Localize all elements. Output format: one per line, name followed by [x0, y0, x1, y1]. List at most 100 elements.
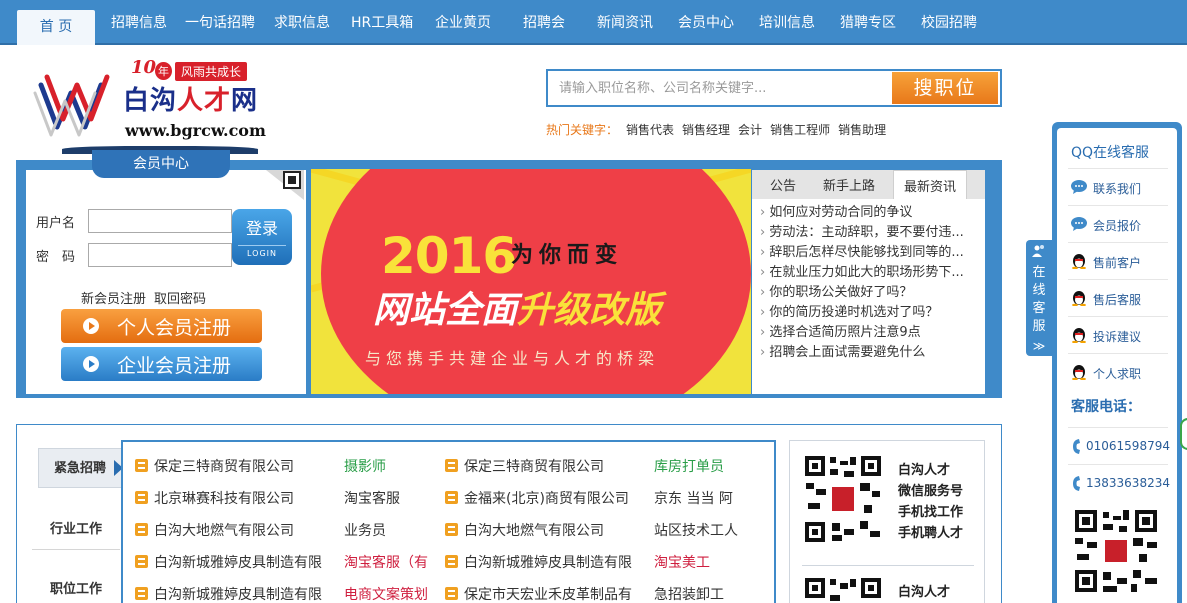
service-item-aftersales[interactable]: 售后客服 — [1068, 279, 1168, 316]
promo-banner[interactable]: 2016 为你而变 网站全面升级改版 与您携手共建企业与人才的桥梁 — [311, 169, 751, 394]
personal-register-button[interactable]: 个人会员注册 — [61, 309, 262, 343]
service-item-complaints[interactable]: 投诉建议 — [1068, 316, 1168, 353]
login-button[interactable]: 登录 LOGIN — [232, 209, 292, 265]
banner-tag: 为你而变 — [511, 243, 624, 268]
hot-keyword[interactable]: 销售经理 — [682, 123, 730, 137]
service-item-label: 联系我们 — [1093, 182, 1142, 196]
position-link[interactable]: 库房打单员 — [654, 459, 724, 475]
company-link[interactable]: 白沟大地燃气有限公司 — [464, 523, 604, 539]
nav-item-job-fair[interactable]: 招聘会 — [523, 0, 565, 45]
logo-name-part-b: 人才 — [177, 86, 232, 116]
site-logo[interactable]: 10 年 风雨共成长 白沟人才网 www.bgrcw.com — [27, 55, 295, 145]
company-register-button[interactable]: 企业会员注册 — [61, 347, 262, 381]
position-link[interactable]: 淘宝客服（有 — [344, 555, 428, 571]
company-link[interactable]: 白沟新城雅婷皮具制造有限 — [464, 555, 632, 571]
tab-beginners[interactable]: 新手上路 — [823, 170, 875, 199]
job-row-cell: 保定三特商贸有限公司 — [445, 457, 649, 477]
page: 首 页 招聘信息 一句话招聘 求职信息 HR工具箱 企业黄页 招聘会 新闻资讯 … — [0, 0, 1187, 603]
company-link[interactable]: 白沟新城雅婷皮具制造有限 — [154, 587, 322, 603]
register-link[interactable]: 新会员注册 — [81, 292, 146, 307]
job-row-cell: 站区技术工人 — [654, 521, 770, 541]
search-button[interactable]: 搜职位 — [892, 72, 998, 104]
service-item-pricing[interactable]: 会员报价 — [1068, 205, 1168, 242]
qr-corner-icon[interactable] — [266, 170, 304, 200]
nav-item-seekers[interactable]: 求职信息 — [274, 0, 330, 45]
company-link[interactable]: 金福来(北京)商贸有限公司 — [464, 491, 629, 507]
banner-subline: 与您携手共建企业与人才的桥梁 — [365, 349, 660, 368]
news-item[interactable]: 如何应对劳动合同的争议 — [760, 203, 985, 223]
position-link[interactable]: 站区技术工人 — [654, 523, 738, 539]
position-link[interactable]: 淘宝客服 — [344, 491, 400, 507]
company-link[interactable]: 白沟新城雅婷皮具制造有限 — [154, 555, 322, 571]
nav-item-campus[interactable]: 校园招聘 — [921, 0, 977, 45]
company-link[interactable]: 保定三特商贸有限公司 — [154, 459, 294, 475]
hot-keyword[interactable]: 销售工程师 — [770, 123, 830, 137]
category-industry[interactable]: 行业工作 — [32, 510, 120, 550]
second-qr-code — [804, 577, 882, 603]
nav-item-company-directory[interactable]: 企业黄页 — [435, 0, 491, 45]
job-row-cell: 淘宝客服（有 — [344, 553, 439, 573]
company-icon — [135, 587, 148, 600]
job-row-cell: 京东 当当 阿 — [654, 489, 770, 509]
tab-notice[interactable]: 公告 — [770, 170, 796, 199]
news-item[interactable]: 在就业压力如此大的职场形势下... — [760, 263, 985, 283]
job-row-cell: 白沟大地燃气有限公司 — [135, 521, 340, 541]
service-item-presales[interactable]: 售前客户 — [1068, 242, 1168, 279]
company-link[interactable]: 白沟大地燃气有限公司 — [154, 523, 294, 539]
nav-item-news[interactable]: 新闻资讯 — [597, 0, 653, 45]
logo-name-part-c: 网 — [231, 86, 259, 116]
company-link[interactable]: 保定三特商贸有限公司 — [464, 459, 604, 475]
wechat-divider — [802, 565, 974, 566]
company-link[interactable]: 北京琳赛科技有限公司 — [154, 491, 294, 507]
company-icon — [135, 459, 148, 472]
online-service-toggle-text: 在线客服 — [1032, 265, 1046, 334]
service-item-job-seeking[interactable]: 个人求职 — [1068, 353, 1168, 390]
floating-service-bubble[interactable] — [1180, 418, 1187, 450]
job-row-cell: 保定市天宏业禾皮革制品有 — [445, 585, 649, 603]
wechat-line: 手机找工作 — [898, 505, 964, 520]
nav-home[interactable]: 首 页 — [17, 10, 95, 45]
banner-headline: 网站全面升级改版 — [373, 281, 661, 333]
nav-item-hr-tools[interactable]: HR工具箱 — [351, 0, 413, 45]
nav-item-member-center[interactable]: 会员中心 — [678, 0, 734, 45]
category-position[interactable]: 职位工作 — [32, 570, 120, 603]
wechat-line: 手机聘人才 — [898, 526, 964, 541]
company-icon — [445, 555, 458, 568]
category-urgent[interactable]: 紧急招聘 — [38, 448, 122, 488]
news-item[interactable]: 劳动法：主动辞职，要不要付违... — [760, 223, 985, 243]
phone-icon — [1073, 439, 1080, 454]
password-field[interactable] — [88, 243, 232, 267]
company-link[interactable]: 保定市天宏业禾皮革制品有 — [464, 587, 632, 603]
username-field[interactable] — [88, 209, 232, 233]
position-link[interactable]: 京东 当当 阿 — [654, 491, 733, 507]
phone-icon — [1073, 476, 1080, 491]
hot-keyword[interactable]: 销售助理 — [838, 123, 886, 137]
hot-keyword[interactable]: 销售代表 — [626, 123, 674, 137]
search-input[interactable] — [548, 71, 894, 105]
news-item[interactable]: 选择合适简历照片注意9点 — [760, 323, 985, 343]
online-service-toggle[interactable]: 在线客服 ≫ — [1026, 240, 1052, 356]
nav-item-training[interactable]: 培训信息 — [759, 0, 815, 45]
news-item[interactable]: 你的职场公关做好了吗？ — [760, 283, 985, 303]
news-item[interactable]: 你的简历投递时机选对了吗？ — [760, 303, 985, 323]
service-item-label: 售后客服 — [1093, 293, 1142, 307]
news-item[interactable]: 辞职后怎样尽快能够找到同等的... — [760, 243, 985, 263]
wechat-line: 微信服务号 — [898, 484, 964, 499]
hot-keyword[interactable]: 会计 — [738, 123, 762, 137]
service-item-contact[interactable]: 联系我们 — [1068, 168, 1168, 205]
nav-item-quick-hire[interactable]: 一句话招聘 — [185, 0, 255, 45]
position-link[interactable]: 淘宝美工 — [654, 555, 710, 571]
personal-register-label: 个人会员注册 — [117, 317, 232, 339]
nav-item-headhunting[interactable]: 猎聘专区 — [840, 0, 896, 45]
tab-latest-news[interactable]: 最新资讯 — [893, 170, 968, 199]
online-service-title: QQ在线客服 — [1071, 145, 1150, 161]
position-link[interactable]: 业务员 — [344, 523, 386, 539]
news-item[interactable]: 招聘会上面试需要避免什么 — [760, 343, 985, 363]
position-link[interactable]: 电商文案策划 — [344, 587, 428, 603]
nav-item-jobs[interactable]: 招聘信息 — [111, 0, 167, 45]
company-register-label: 企业会员注册 — [117, 355, 232, 377]
job-row-cell: 白沟新城雅婷皮具制造有限 — [135, 585, 340, 603]
position-link[interactable]: 急招装卸工 — [654, 587, 724, 603]
position-link[interactable]: 摄影师 — [344, 459, 386, 475]
forgot-password-link[interactable]: 取回密码 — [154, 292, 206, 307]
